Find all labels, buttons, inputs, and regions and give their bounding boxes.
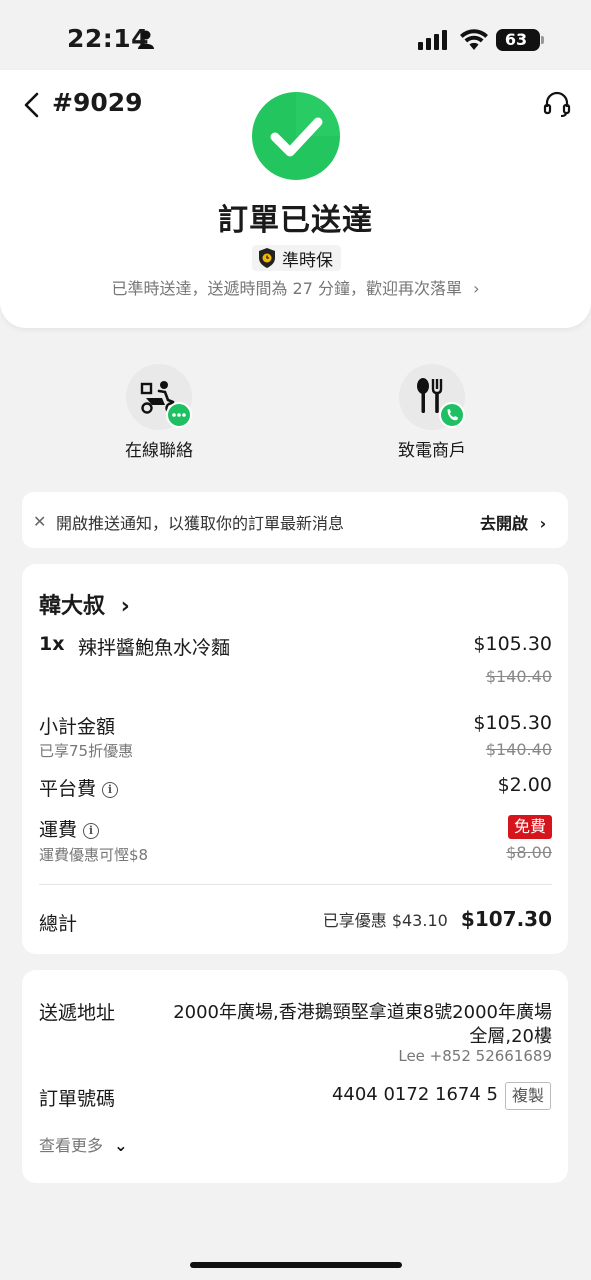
battery-indicator: 63 [496, 29, 540, 51]
call-restaurant-button[interactable]: 致電商戶 [352, 364, 512, 461]
item-price: $105.30 [473, 633, 552, 655]
cellular-signal-icon [418, 30, 447, 50]
order-number: #9029 [52, 88, 143, 117]
delivery-note[interactable]: 已準時送達，送遞時間為 27 分鐘，歡迎再次落單 › [0, 275, 591, 299]
chevron-right-icon: › [120, 594, 130, 619]
battery-tip [541, 36, 544, 44]
see-more-label: 查看更多 [39, 1136, 104, 1155]
enable-notifications-button[interactable]: 去開啟 › [480, 510, 546, 534]
copy-order-id-button[interactable]: 複製 [505, 1082, 551, 1110]
chevron-down-icon: ⌄ [114, 1136, 128, 1155]
chevron-right-icon: › [473, 279, 480, 298]
total-savings: 已享優惠 $43.10 [322, 911, 448, 930]
divider [39, 884, 552, 885]
address-label: 送遞地址 [39, 1002, 116, 1024]
headset-support-icon[interactable] [543, 91, 571, 117]
subtotal-price: $105.30 [473, 712, 552, 734]
restaurant-avatar [399, 364, 465, 430]
address-line-2: 全層,20樓 [469, 1026, 552, 1047]
free-delivery-badge: 免費 [508, 815, 552, 839]
status-title: 訂單已送達 [218, 203, 373, 238]
item-quantity: 1x [39, 633, 65, 655]
ontime-guarantee-tag[interactable]: 準時保 [252, 245, 341, 271]
delivery-note-text: 已準時送達，送遞時間為 27 分鐘，歡迎再次落單 [111, 279, 463, 298]
chat-courier-button[interactable]: 在線聯絡 [79, 364, 239, 461]
order-id-label: 訂單號碼 [39, 1088, 116, 1110]
info-icon[interactable]: i [102, 781, 119, 798]
battery-level: 63 [504, 30, 528, 49]
close-icon[interactable]: ✕ [33, 512, 46, 531]
total-row-values: 已享優惠 $43.10 $107.30 [280, 907, 552, 931]
enable-notifications-label: 去開啟 [480, 514, 529, 533]
total-price: $107.30 [460, 907, 552, 931]
item-original-price: $140.40 [485, 667, 552, 686]
ontime-tag-label: 準時保 [282, 250, 333, 271]
restaurant-name: 韓大叔 [39, 594, 106, 619]
platform-fee-row: 平台費 i [39, 774, 119, 801]
order-id-value: 4404 0172 1674 5 [331, 1084, 498, 1105]
phone-call-icon [439, 402, 465, 428]
status-time: 22:14 [67, 24, 150, 53]
call-restaurant-label: 致電商戶 [398, 441, 466, 461]
subtotal-discount-note: 已享75折優惠 [39, 742, 134, 760]
delivery-fee-row: 運費 i [39, 815, 100, 842]
total-label: 總計 [39, 913, 78, 935]
address-line-1: 2000年廣場,香港鵝頸堅拿道東8號2000年廣場 [173, 1002, 552, 1023]
person-icon [138, 30, 154, 49]
info-icon[interactable]: i [83, 822, 100, 839]
platform-fee-label: 平台費 [39, 778, 97, 800]
delivery-fee-label: 運費 [39, 819, 78, 841]
recipient-contact: Lee +852 52661689 [398, 1047, 552, 1065]
chat-bubble-icon [166, 402, 192, 428]
see-more-toggle[interactable]: 查看更多 ⌄ [39, 1132, 128, 1156]
home-indicator [190, 1262, 402, 1268]
delivered-check-icon [252, 92, 340, 180]
platform-fee-price: $2.00 [497, 774, 552, 796]
restaurant-link[interactable]: 韓大叔 › [39, 588, 130, 620]
subtotal-label: 小計金額 [39, 716, 116, 738]
shield-clock-icon [259, 248, 275, 268]
delivery-fee-note: 運費優惠可慳$8 [39, 846, 149, 864]
back-chevron-icon[interactable] [22, 92, 42, 118]
chat-courier-label: 在線聯絡 [125, 441, 193, 461]
delivery-fee-original-price: $8.00 [506, 843, 552, 862]
chevron-right-icon: › [539, 514, 547, 533]
courier-avatar [126, 364, 192, 430]
wifi-icon [460, 29, 488, 50]
item-name: 辣拌醬鮑魚水冷麵 [78, 637, 231, 659]
notification-text: 開啟推送通知，以獲取你的訂單最新消息 [56, 514, 345, 533]
subtotal-original-price: $140.40 [485, 740, 552, 759]
